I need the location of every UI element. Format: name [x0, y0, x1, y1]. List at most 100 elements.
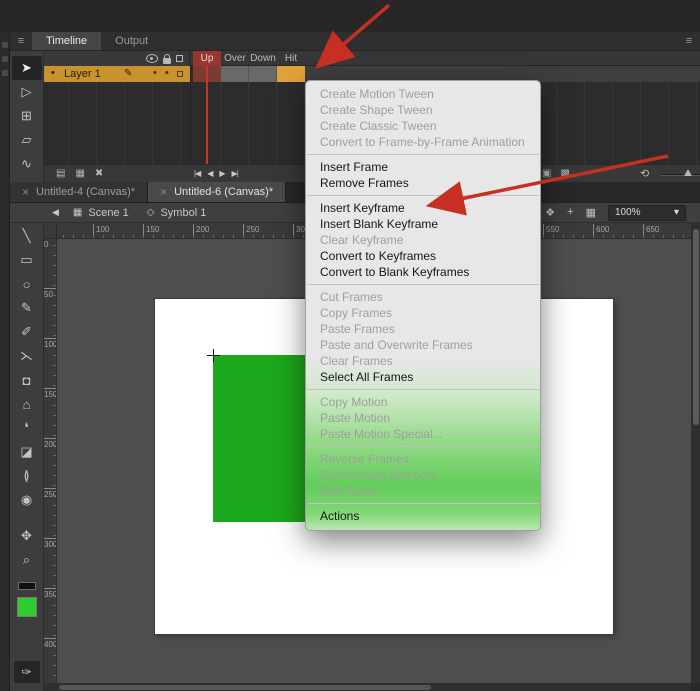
eraser-tool[interactable]: ◪: [12, 440, 42, 464]
tool-options-button[interactable]: ✑: [14, 661, 40, 683]
layer-outline-swatch[interactable]: [177, 71, 183, 77]
tool-icon: ◪: [20, 444, 32, 460]
drawn-rectangle-shape[interactable]: [213, 355, 309, 522]
playhead-line[interactable]: [206, 66, 208, 164]
subselection-tool[interactable]: ▷: [12, 80, 42, 104]
tab-bar-spacer: [162, 32, 678, 50]
oval-tool[interactable]: ○: [12, 272, 42, 296]
eyedropper-tool[interactable]: ❛: [12, 416, 42, 440]
next-frame-button[interactable]: ▶|: [232, 169, 238, 178]
application-window: ≡ TimelineOutput ≡ ➤▷⊞▱∿✒T╲▭○✎✐⋋◘⌂❛◪≬◉✥⌕…: [0, 0, 700, 691]
horizontal-scrollbar[interactable]: [57, 683, 691, 691]
slider-thumb[interactable]: [684, 169, 692, 176]
layer-selected-bullet: •: [51, 67, 55, 79]
rectangle-tool[interactable]: ▭: [12, 248, 42, 272]
scrollbar-thumb[interactable]: [59, 685, 431, 690]
tool-icon: ➤: [21, 60, 32, 76]
doc-tab-untitled-4[interactable]: × Untitled-4 (Canvas)*: [10, 182, 148, 202]
gradient-transform-tool[interactable]: ▱: [12, 128, 42, 152]
line-tool[interactable]: ╲: [12, 224, 42, 248]
ink-bottle-tool[interactable]: ⌂: [12, 392, 42, 416]
menu-item-convert-to-blank-keyframes[interactable]: Convert to Blank Keyframes: [306, 264, 540, 280]
collapsed-panel-dock[interactable]: [0, 32, 10, 691]
ruler-corner: [44, 223, 57, 239]
frame-cell-over[interactable]: [221, 66, 249, 82]
frame-label[interactable]: Hit: [277, 51, 305, 66]
menu-item-select-all-frames[interactable]: Select All Frames: [306, 369, 540, 385]
fill-color-swatch[interactable]: [17, 597, 37, 617]
free-transform-tool[interactable]: ⊞: [12, 104, 42, 128]
menu-item-convert-to-keyframes[interactable]: Convert to Keyframes: [306, 248, 540, 264]
lasso-tool[interactable]: ∿: [12, 152, 42, 176]
menu-item-insert-keyframe[interactable]: Insert Keyframe: [306, 200, 540, 216]
tab-output[interactable]: Output: [101, 32, 162, 50]
layer-name[interactable]: Layer 1: [64, 68, 101, 80]
loop-playback-icon[interactable]: ⟲: [640, 167, 649, 180]
center-stage-icon[interactable]: +: [567, 206, 573, 219]
zoom-tool[interactable]: ⌕: [12, 548, 42, 572]
tool-icon: ○: [23, 277, 31, 292]
frame-context-menu: Create Motion TweenCreate Shape TweenCre…: [305, 80, 541, 531]
document-tab-label: Untitled-6 (Canvas)*: [174, 186, 273, 198]
menu-item-insert-frame[interactable]: Insert Frame: [306, 159, 540, 175]
new-layer-icon[interactable]: ▤: [56, 168, 65, 179]
close-tab-icon[interactable]: ×: [22, 185, 29, 199]
tool-icon: ⌕: [23, 552, 30, 568]
play-button[interactable]: ▶: [219, 169, 224, 178]
close-tab-icon[interactable]: ×: [160, 185, 167, 199]
camera-tool[interactable]: ◉: [12, 488, 42, 512]
width-tool[interactable]: ≬: [12, 464, 42, 488]
menu-item-copy-motion: Copy Motion: [306, 394, 540, 410]
doc-tab-untitled-6[interactable]: × Untitled-6 (Canvas)*: [148, 182, 286, 202]
layer-lock-dot[interactable]: •: [165, 67, 169, 79]
breadcrumb-symbol[interactable]: Symbol 1: [160, 207, 206, 219]
ruler-number: 600: [593, 224, 609, 238]
layer-name-zone[interactable]: • Layer 1 ✎ • •: [44, 66, 190, 82]
frame-label[interactable]: Over: [221, 51, 249, 66]
paint-bucket-tool[interactable]: ◘: [12, 368, 42, 392]
zoom-level-select[interactable]: 100% ▾: [608, 205, 686, 221]
onion-skin-icon[interactable]: ▣: [542, 168, 551, 179]
tools-panel: ➤▷⊞▱∿✒T╲▭○✎✐⋋◘⌂❛◪≬◉✥⌕ ✑: [10, 51, 44, 691]
tool-icon: ▱: [22, 132, 32, 148]
stroke-color-swatch[interactable]: [18, 582, 36, 590]
ruler-number: 250: [243, 224, 259, 238]
frame-cell-hit-selected[interactable]: [277, 66, 305, 82]
prev-frame-button[interactable]: ◀: [207, 169, 212, 178]
tab-timeline[interactable]: Timeline: [32, 32, 101, 50]
tool-icon: ✥: [21, 528, 32, 544]
pencil-tool[interactable]: ✎: [12, 296, 42, 320]
back-arrow-icon[interactable]: ◀: [52, 207, 59, 218]
grid-icon[interactable]: ▦: [586, 206, 596, 219]
menu-item-paste-frames: Paste Frames: [306, 321, 540, 337]
visibility-toggle-icon[interactable]: [146, 54, 158, 63]
timeline-zoom-slider[interactable]: [660, 169, 700, 179]
vertical-ruler[interactable]: 050100150200250300350400: [44, 239, 57, 683]
frame-cell-down[interactable]: [249, 66, 277, 82]
ruler-number: 50: [44, 288, 56, 299]
menu-item-insert-blank-keyframe[interactable]: Insert Blank Keyframe: [306, 216, 540, 232]
delete-layer-icon[interactable]: ✖: [95, 168, 103, 179]
first-frame-button[interactable]: |◀: [194, 169, 200, 178]
new-folder-icon[interactable]: ▦: [75, 168, 84, 179]
brush-tool[interactable]: ✐: [12, 320, 42, 344]
scrollbar-thumb[interactable]: [693, 229, 699, 425]
menu-item-copy-frames: Copy Frames: [306, 305, 540, 321]
menu-item-remove-frames[interactable]: Remove Frames: [306, 175, 540, 191]
outline-toggle-icon[interactable]: [176, 55, 183, 62]
vertical-scrollbar[interactable]: [691, 223, 700, 683]
onion-outline-icon[interactable]: ▩: [560, 168, 569, 179]
frame-label[interactable]: Up: [193, 51, 221, 66]
bone-tool[interactable]: ⋋: [12, 344, 42, 368]
breadcrumb-scene[interactable]: Scene 1: [88, 207, 128, 219]
lock-toggle-icon[interactable]: [163, 58, 171, 64]
hand-tool[interactable]: ✥: [12, 524, 42, 548]
menu-item-actions[interactable]: Actions: [306, 508, 540, 524]
edit-symbols-icon[interactable]: ❖: [545, 206, 555, 219]
panel-options-icon[interactable]: ≡: [678, 32, 700, 50]
selection-tool[interactable]: ➤: [12, 56, 42, 80]
timeline-divider: [190, 66, 191, 164]
frame-label[interactable]: Down: [249, 51, 277, 66]
layer-visibility-dot[interactable]: •: [153, 67, 157, 79]
panel-menu-icon[interactable]: ≡: [10, 32, 32, 50]
